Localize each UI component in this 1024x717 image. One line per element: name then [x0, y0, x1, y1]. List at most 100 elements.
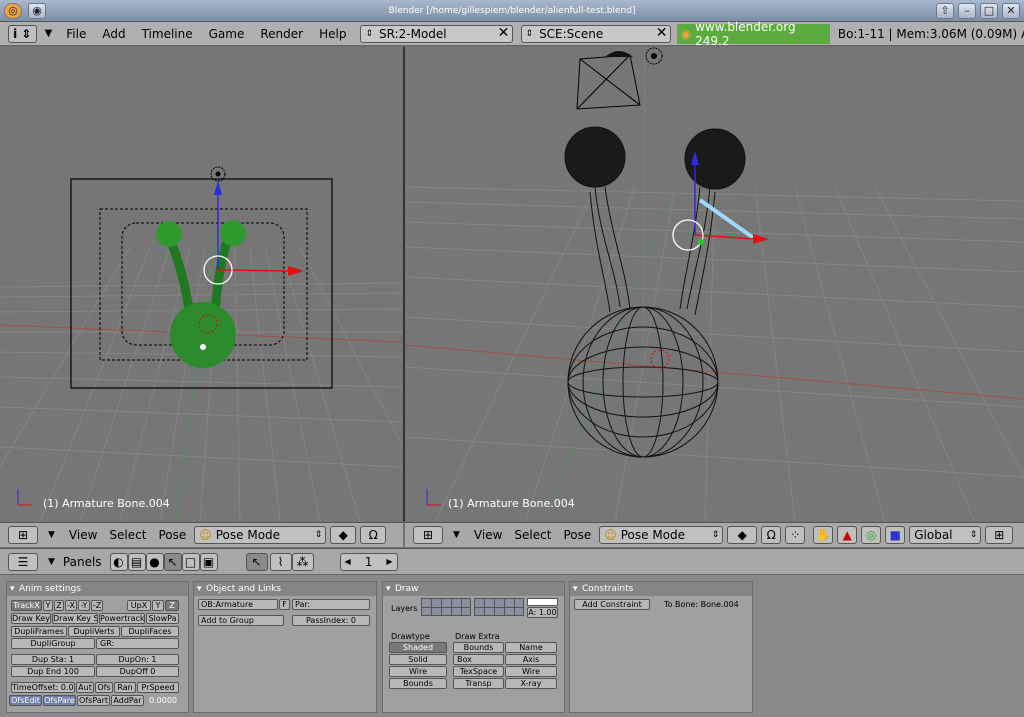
frame-field[interactable]: ◀ 1 ▶ [339, 552, 398, 571]
window-type-3d-button-right[interactable]: ⊞ [413, 526, 443, 544]
menu-add[interactable]: Add [94, 27, 133, 41]
mode-selector-right[interactable]: ☺ Pose Mode ⇕ [599, 526, 724, 544]
menu-select-right[interactable]: Select [508, 528, 557, 542]
passindex-field[interactable]: PassIndex: 0 [292, 615, 370, 626]
alpha-field[interactable]: A: 1.00 [527, 607, 558, 618]
context-editing-icon[interactable]: □ [181, 552, 200, 571]
drawtype-solid-button[interactable]: Solid [389, 654, 447, 665]
orientation-selector[interactable]: Global ⇕ [909, 526, 982, 544]
header-left-collapse-icon[interactable]: ▼ [48, 530, 55, 540]
track-negz-button[interactable]: -Z [91, 600, 103, 611]
panels-label[interactable]: Panels [63, 555, 102, 569]
window-type-buttons-button[interactable]: ☰ [8, 552, 38, 571]
shade-icon[interactable]: ⇧ [936, 3, 954, 19]
track-y-button[interactable]: Y [43, 600, 53, 611]
manipulator-rotate-icon[interactable]: ◎ [861, 526, 882, 544]
buttons-collapse-icon[interactable]: ▼ [48, 557, 55, 567]
menu-pose-right[interactable]: Pose [557, 528, 597, 542]
group-field[interactable]: GR: [96, 638, 179, 649]
draw-key-button[interactable]: Draw Key [11, 613, 51, 624]
frame-increment-icon[interactable]: ▶ [386, 557, 392, 566]
up-z-button[interactable]: Z [165, 600, 179, 611]
add-to-group-button[interactable]: Add to Group [198, 615, 284, 626]
frame-decrement-icon[interactable]: ◀ [345, 557, 351, 566]
menu-view-left[interactable]: View [63, 528, 103, 542]
ofsedit-button[interactable]: OfsEdit [9, 695, 42, 706]
panel-constraints-title[interactable]: Constraints [570, 582, 752, 596]
close-icon[interactable]: ✕ [1002, 3, 1020, 19]
parent-field[interactable]: Par: [292, 599, 370, 610]
drawtype-shaded-button[interactable]: Shaded [389, 642, 447, 653]
sticky-icon[interactable]: ◉ [28, 3, 46, 19]
timeoffset-field[interactable]: TimeOffset: 0.00 [11, 682, 75, 693]
aut-button[interactable]: Aut [76, 682, 94, 693]
manipulator-scale-icon[interactable]: ■ [885, 526, 906, 544]
context-shading-icon[interactable]: ● [145, 552, 164, 571]
blender-logo-icon[interactable]: ◎ [4, 3, 22, 19]
upx-button[interactable]: UpX [127, 600, 151, 611]
fake-user-button[interactable]: F [279, 599, 290, 610]
track-z-button[interactable]: Z [54, 600, 64, 611]
extra-bounds-button[interactable]: Bounds [453, 642, 504, 653]
screen-selector[interactable]: ⇕ SR:2-Model ✕ [360, 24, 513, 43]
context-object-icon[interactable]: ↖ [163, 552, 182, 571]
dup-on-field[interactable]: DupOn: 1 [96, 654, 179, 665]
dup-off-field[interactable]: DupOff 0 [96, 666, 179, 677]
window-type-3d-button[interactable]: ⊞ [8, 526, 38, 544]
dupliframes-button[interactable]: DupliFrames [11, 626, 67, 637]
pivot-button-left[interactable]: Ω [360, 526, 387, 544]
menu-game[interactable]: Game [201, 27, 253, 41]
particles-tab-icon[interactable]: ⁂ [291, 552, 314, 571]
object-tab-icon[interactable]: ↖ [245, 552, 268, 571]
extra-wire-button[interactable]: Wire [505, 666, 557, 677]
draw-key-sel-button[interactable]: Draw Key S [52, 613, 98, 624]
addpar-button[interactable]: AddPar [111, 695, 144, 706]
context-logic-icon[interactable]: ◐ [109, 552, 128, 571]
color-swatch[interactable] [527, 598, 558, 606]
menu-timeline[interactable]: Timeline [134, 27, 201, 41]
menu-help[interactable]: Help [311, 27, 354, 41]
draw-type-button-left[interactable]: ◆ [330, 526, 357, 544]
extra-axis-button[interactable]: Axis [505, 654, 557, 665]
ran-button[interactable]: Ran [114, 682, 136, 693]
ofspart-button[interactable]: OfsPart [77, 695, 110, 706]
extra-name-button[interactable]: Name [505, 642, 557, 653]
powertrack-button[interactable]: Powertrack [99, 613, 145, 624]
menu-view-right[interactable]: View [468, 528, 508, 542]
physics-tab-icon[interactable]: ⌇ [269, 552, 292, 571]
menu-render[interactable]: Render [252, 27, 311, 41]
extra-xray-button[interactable]: X-ray [505, 678, 557, 689]
layer-buttons-b[interactable] [474, 598, 524, 616]
context-script-icon[interactable]: ▤ [127, 552, 146, 571]
menu-select-left[interactable]: Select [103, 528, 152, 542]
panel-object-links-title[interactable]: Object and Links [194, 582, 376, 596]
drawtype-bounds-button[interactable]: Bounds [389, 678, 447, 689]
dup-end-field[interactable]: Dup End 100 [11, 666, 95, 677]
manipulator-translate-icon[interactable]: ▲ [837, 526, 858, 544]
scene-delete-icon[interactable]: ✕ [654, 25, 670, 42]
draw-type-button-right[interactable]: ◆ [727, 526, 758, 544]
panel-draw-title[interactable]: Draw [383, 582, 564, 596]
manipulator-hand-icon[interactable]: ✋ [813, 526, 834, 544]
minimize-icon[interactable]: – [958, 3, 976, 19]
panel-anim-settings-title[interactable]: Anim settings [7, 582, 188, 596]
trackx-button[interactable]: TrackX [11, 600, 42, 611]
layer-dots-button[interactable]: ⁘ [785, 526, 806, 544]
duplifaces-button[interactable]: DupliFaces [121, 626, 179, 637]
extra-box-dropdown[interactable]: Box [453, 654, 504, 665]
menu-pose-left[interactable]: Pose [152, 528, 192, 542]
maximize-icon[interactable]: □ [980, 3, 998, 19]
add-constraint-button[interactable]: Add Constraint [574, 599, 650, 610]
mode-selector-left[interactable]: ☺ Pose Mode ⇕ [194, 526, 327, 544]
menu-file[interactable]: File [58, 27, 94, 41]
viewport-right[interactable]: (1) Armature Bone.004 [405, 47, 1024, 522]
track-negx-button[interactable]: -X [65, 600, 77, 611]
scene-selector[interactable]: ⇕ SCE:Scene ✕ [520, 24, 671, 43]
object-name-field[interactable]: OB:Armature [198, 599, 278, 610]
info-window-type-button[interactable]: i ⇕ [8, 24, 37, 43]
viewport-left[interactable]: (1) Armature Bone.004 [0, 47, 403, 522]
drawtype-wire-button[interactable]: Wire [389, 666, 447, 677]
dupligroup-button[interactable]: DupliGroup [11, 638, 95, 649]
track-negy-button[interactable]: -Y [78, 600, 90, 611]
layers-grid-button[interactable]: ⊞ [985, 526, 1014, 544]
